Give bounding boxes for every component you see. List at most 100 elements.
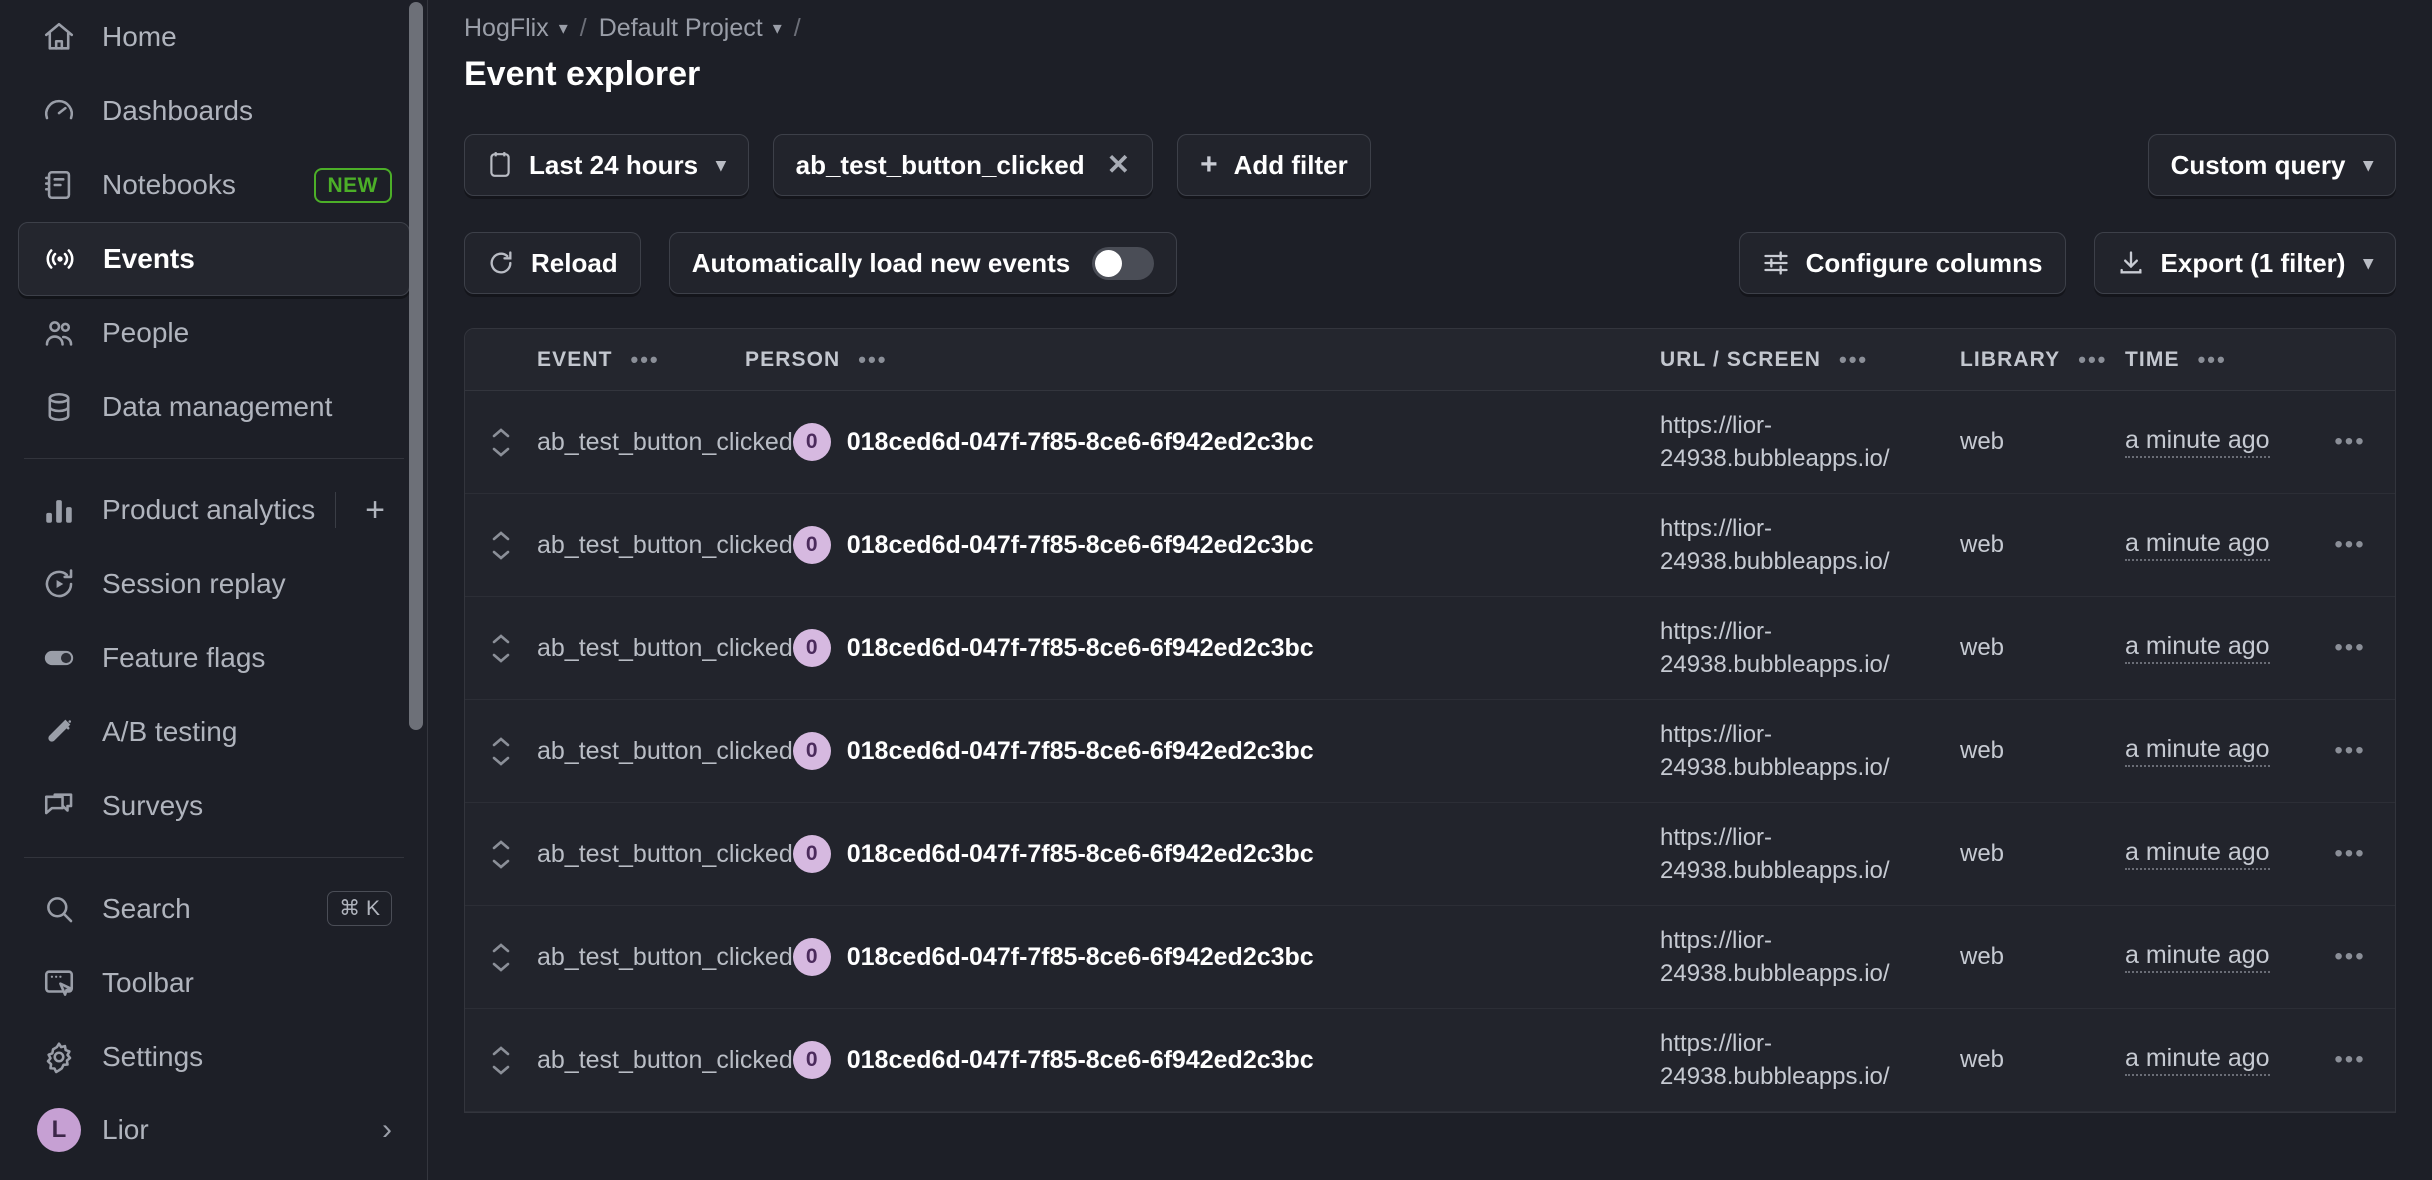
chevron-right-icon[interactable]: › (382, 1114, 392, 1145)
column-header-person[interactable]: PERSON ••• (745, 348, 1660, 372)
sidebar-item-user[interactable]: L Lior › (18, 1094, 410, 1166)
row-menu-button[interactable]: ••• (2305, 533, 2395, 557)
event-filter-chip[interactable]: ab_test_button_clicked ✕ (772, 134, 1154, 196)
sidebar-item-data-management[interactable]: Data management (18, 370, 410, 444)
column-menu-icon[interactable]: ••• (858, 348, 887, 371)
table-row[interactable]: ab_test_button_clicked 0 018ced6d-047f-7f8… (465, 906, 2395, 1009)
more-icon[interactable]: ••• (2334, 842, 2365, 866)
sidebar-item-surveys[interactable]: Surveys (18, 769, 410, 843)
row-expand-button[interactable] (465, 633, 537, 663)
toggle-switch[interactable] (1092, 246, 1155, 280)
cell-person[interactable]: 0 018ced6d-047f-7f85-8ce6-6f942ed2c3bc (792, 1041, 1660, 1079)
sidebar-item-session-replay[interactable]: Session replay (18, 547, 410, 621)
sidebar-scrollbar-thumb[interactable] (409, 2, 423, 730)
chevron-down-icon-query[interactable]: ▾ (2363, 154, 2373, 177)
chevron-down-icon-export[interactable]: ▾ (2363, 252, 2373, 275)
sidebar-item-product-analytics[interactable]: Product analytics + (18, 473, 410, 547)
configure-columns-button[interactable]: Configure columns (1738, 232, 2066, 294)
row-menu-button[interactable]: ••• (2305, 1048, 2395, 1072)
row-expand-button[interactable] (465, 530, 537, 560)
sidebar-item-a-b-testing[interactable]: A/B testing (18, 695, 410, 769)
sidebar-item-search[interactable]: Search ⌘ K (18, 872, 410, 946)
cell-url[interactable]: https://lior-24938.bubbleapps.io/ (1660, 1027, 1960, 1093)
column-menu-icon[interactable]: ••• (1839, 348, 1868, 371)
more-icon[interactable]: ••• (2334, 636, 2365, 660)
row-menu-button[interactable]: ••• (2305, 842, 2395, 866)
chevron-updown-icon[interactable] (491, 736, 511, 766)
sidebar-item-feature-flags[interactable]: Feature flags (18, 621, 410, 695)
column-header-event[interactable]: EVENT ••• (537, 348, 745, 372)
table-row[interactable]: ab_test_button_clicked 0 018ced6d-047f-7f8… (465, 803, 2395, 906)
cell-event[interactable]: ab_test_button_clicked (537, 1046, 793, 1075)
sidebar-item-dashboards[interactable]: Dashboards (18, 74, 410, 148)
more-icon[interactable]: ••• (2334, 1048, 2365, 1072)
row-expand-button[interactable] (465, 942, 537, 972)
close-icon-event-filter[interactable]: ✕ (1107, 151, 1130, 179)
row-expand-button[interactable] (465, 427, 537, 457)
row-expand-button[interactable] (465, 1045, 537, 1075)
cell-person[interactable]: 0 018ced6d-047f-7f85-8ce6-6f942ed2c3bc (792, 938, 1660, 976)
chevron-down-icon-project[interactable]: ▾ (773, 18, 782, 39)
auto-load-toggle[interactable]: Automatically load new events (668, 232, 1178, 294)
sidebar-item-people[interactable]: People (18, 296, 410, 370)
row-expand-button[interactable] (465, 839, 537, 869)
chevron-down-icon-org[interactable]: ▾ (559, 18, 568, 39)
sidebar-item-home[interactable]: Home (18, 0, 410, 74)
cell-url[interactable]: https://lior-24938.bubbleapps.io/ (1660, 821, 1960, 887)
more-icon[interactable]: ••• (2334, 430, 2365, 454)
plus-icon-new-insight[interactable]: + (358, 493, 392, 527)
column-header-library[interactable]: LIBRARY ••• (1960, 348, 2125, 372)
column-header-time[interactable]: TIME ••• (2125, 348, 2305, 372)
column-menu-icon[interactable]: ••• (631, 348, 660, 371)
cell-event[interactable]: ab_test_button_clicked (537, 531, 793, 560)
table-row[interactable]: ab_test_button_clicked 0 018ced6d-047f-7f8… (465, 494, 2395, 597)
cell-url[interactable]: https://lior-24938.bubbleapps.io/ (1660, 924, 1960, 990)
column-menu-icon[interactable]: ••• (2198, 348, 2227, 371)
add-filter-button[interactable]: + Add filter (1177, 134, 1371, 196)
chevron-updown-icon[interactable] (491, 839, 511, 869)
sidebar-item-settings[interactable]: Settings (18, 1020, 410, 1094)
more-icon[interactable]: ••• (2334, 533, 2365, 557)
chevron-updown-icon[interactable] (491, 942, 511, 972)
cell-url[interactable]: https://lior-24938.bubbleapps.io/ (1660, 615, 1960, 681)
row-menu-button[interactable]: ••• (2305, 430, 2395, 454)
cell-person[interactable]: 0 018ced6d-047f-7f85-8ce6-6f942ed2c3bc (792, 526, 1660, 564)
breadcrumb-project[interactable]: Default Project ▾ (599, 14, 782, 43)
chevron-updown-icon[interactable] (491, 530, 511, 560)
cell-url[interactable]: https://lior-24938.bubbleapps.io/ (1660, 409, 1960, 475)
row-expand-button[interactable] (465, 736, 537, 766)
cell-event[interactable]: ab_test_button_clicked (537, 737, 793, 766)
cell-url[interactable]: https://lior-24938.bubbleapps.io/ (1660, 512, 1960, 578)
sidebar-item-notebooks[interactable]: Notebooks NEW (18, 148, 410, 222)
chevron-down-icon-date[interactable]: ▾ (716, 154, 726, 177)
row-menu-button[interactable]: ••• (2305, 945, 2395, 969)
date-range-button[interactable]: Last 24 hours ▾ (464, 134, 749, 196)
chevron-updown-icon[interactable] (491, 427, 511, 457)
row-menu-button[interactable]: ••• (2305, 739, 2395, 763)
sidebar-item-events[interactable]: Events (18, 222, 410, 296)
table-row[interactable]: ab_test_button_clicked 0 018ced6d-047f-7f8… (465, 1009, 2395, 1112)
more-icon[interactable]: ••• (2334, 945, 2365, 969)
row-menu-button[interactable]: ••• (2305, 636, 2395, 660)
cell-url[interactable]: https://lior-24938.bubbleapps.io/ (1660, 718, 1960, 784)
table-row[interactable]: ab_test_button_clicked 0 018ced6d-047f-7f8… (465, 391, 2395, 494)
chevron-updown-icon[interactable] (491, 1045, 511, 1075)
cell-person[interactable]: 0 018ced6d-047f-7f85-8ce6-6f942ed2c3bc (792, 835, 1660, 873)
cell-event[interactable]: ab_test_button_clicked (537, 840, 793, 869)
cell-person[interactable]: 0 018ced6d-047f-7f85-8ce6-6f942ed2c3bc (792, 423, 1660, 461)
custom-query-button[interactable]: Custom query ▾ (2147, 134, 2396, 196)
export-button[interactable]: Export (1 filter) ▾ (2093, 232, 2396, 294)
cell-event[interactable]: ab_test_button_clicked (537, 943, 793, 972)
column-menu-icon[interactable]: ••• (2078, 348, 2107, 371)
reload-button[interactable]: Reload (464, 232, 641, 294)
breadcrumb-org[interactable]: HogFlix ▾ (464, 14, 568, 43)
table-row[interactable]: ab_test_button_clicked 0 018ced6d-047f-7f8… (465, 597, 2395, 700)
cell-person[interactable]: 0 018ced6d-047f-7f85-8ce6-6f942ed2c3bc (792, 732, 1660, 770)
cell-person[interactable]: 0 018ced6d-047f-7f85-8ce6-6f942ed2c3bc (792, 629, 1660, 667)
column-header-url-screen[interactable]: URL / SCREEN ••• (1660, 348, 1960, 372)
cell-event[interactable]: ab_test_button_clicked (537, 428, 793, 457)
sidebar-item-toolbar[interactable]: Toolbar (18, 946, 410, 1020)
more-icon[interactable]: ••• (2334, 739, 2365, 763)
chevron-updown-icon[interactable] (491, 633, 511, 663)
cell-event[interactable]: ab_test_button_clicked (537, 634, 793, 663)
